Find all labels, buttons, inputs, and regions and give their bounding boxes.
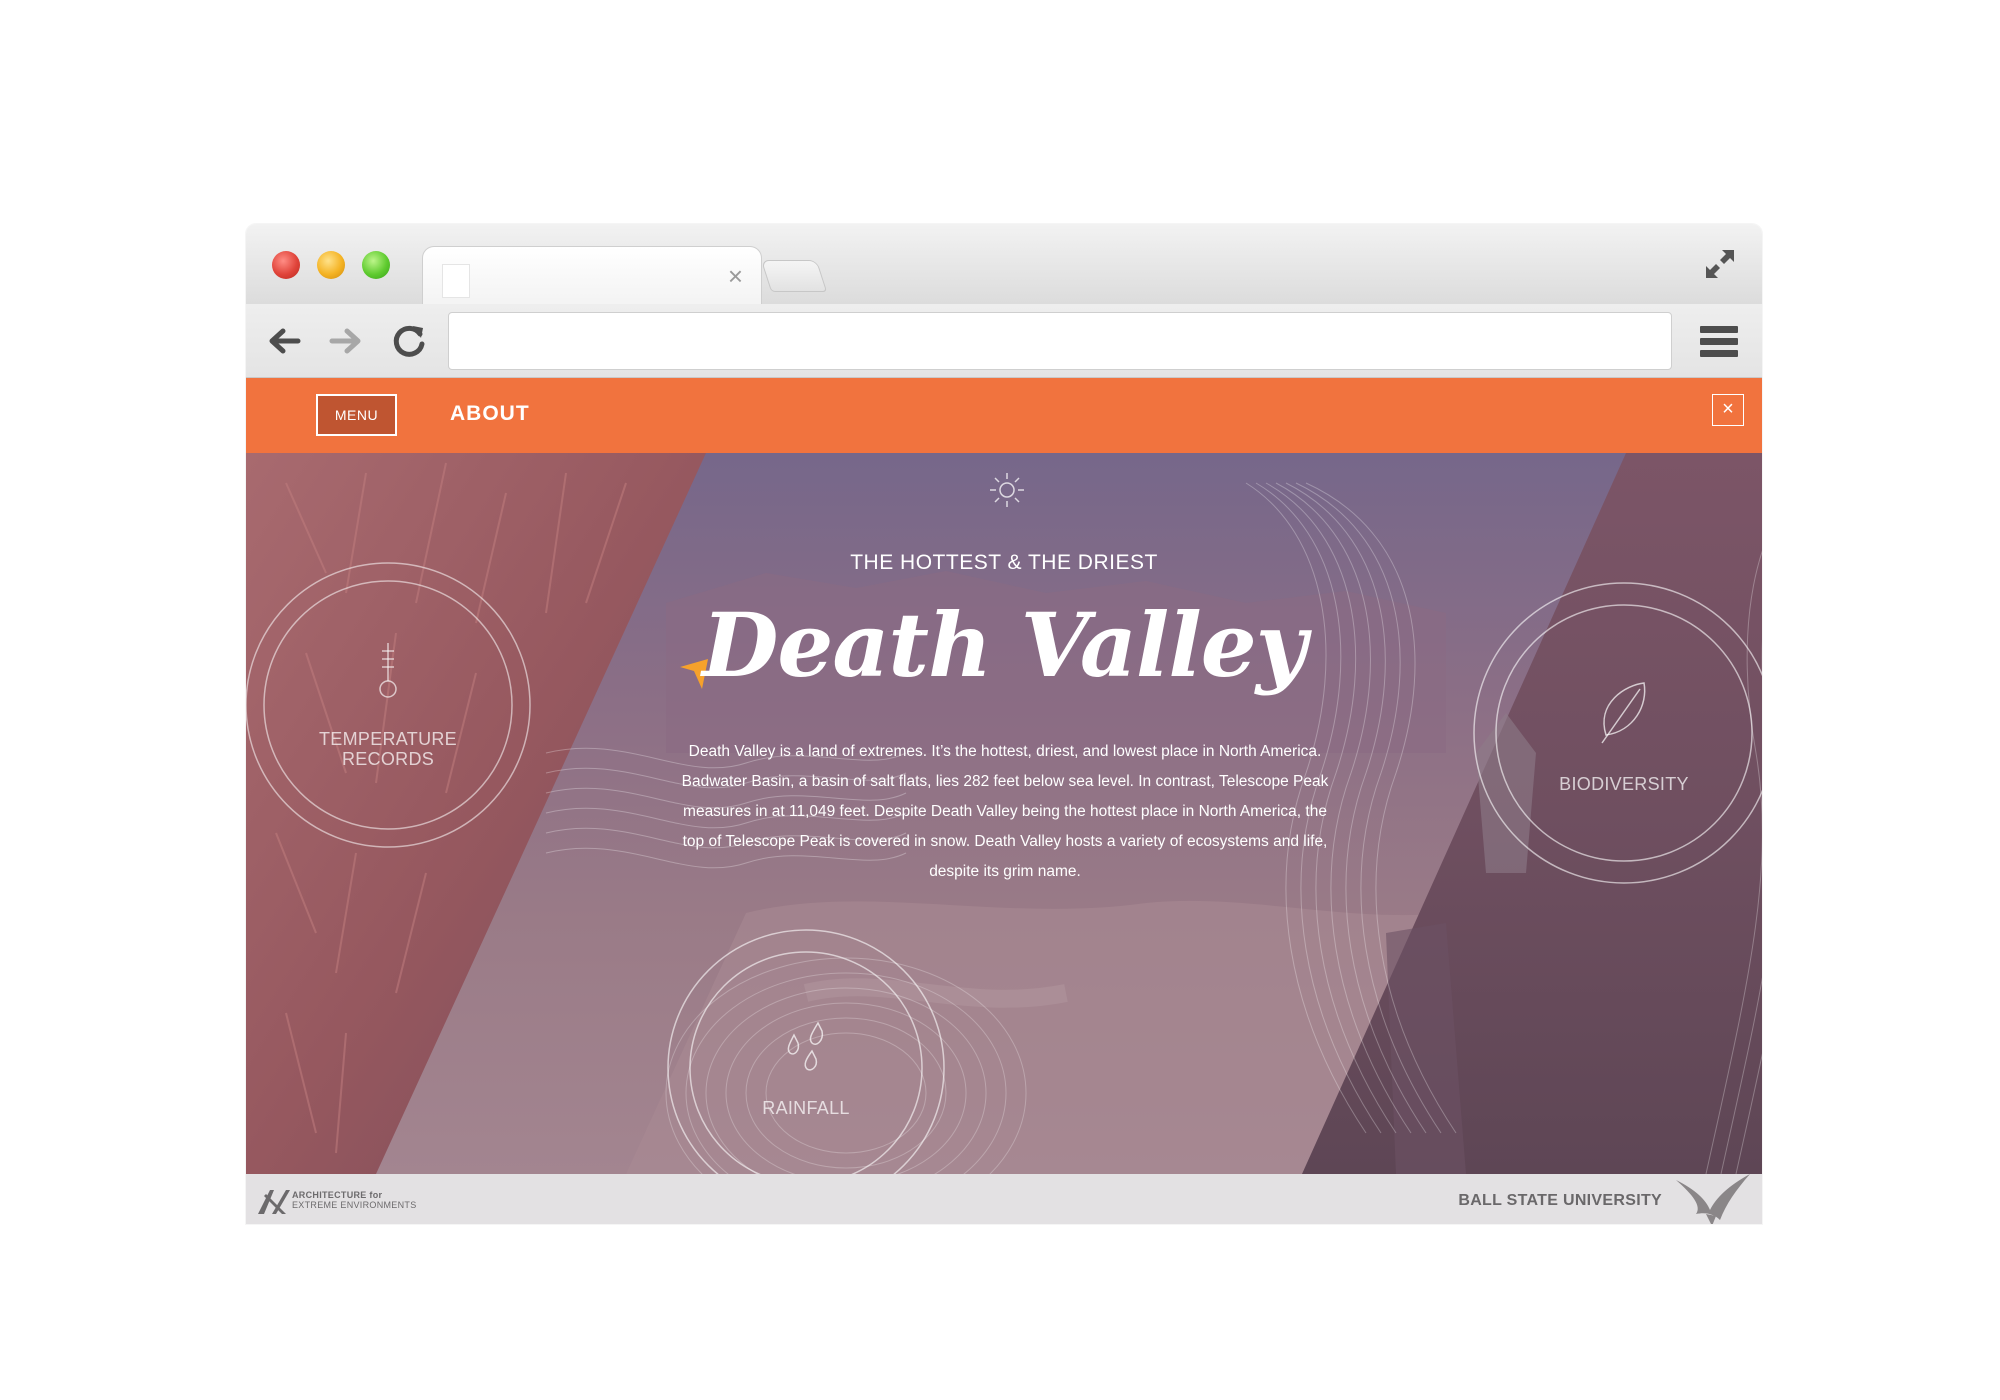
forward-icon[interactable] [328, 322, 366, 360]
close-icon[interactable]: × [1712, 394, 1744, 426]
browser-tab[interactable]: × [422, 246, 762, 306]
reload-icon[interactable] [390, 322, 428, 360]
close-window-button[interactable] [272, 251, 300, 279]
biodiversity-label[interactable]: BIODIVERSITY [1534, 774, 1714, 794]
university-name: BALL STATE UNIVERSITY [1458, 1192, 1662, 1209]
browser-toolbar [246, 304, 1762, 378]
browser-window: × MENU ABOUT × THE HOTTEST & THE DRIEST … [246, 224, 1762, 1224]
page-icon [443, 265, 469, 297]
about-link[interactable]: ABOUT [450, 402, 530, 426]
logo-line-2: EXTREME ENVIRONMENTS [292, 1200, 417, 1210]
page-title: Death Valley [702, 593, 1307, 697]
rainfall-label[interactable]: RAINFALL [736, 1098, 876, 1118]
site-header: MENU ABOUT × [246, 378, 1762, 453]
zoom-window-button[interactable] [362, 251, 390, 279]
hero-description: Death Valley is a land of extremes. It’s… [681, 743, 1329, 880]
back-icon[interactable] [264, 322, 302, 360]
tab-close-icon[interactable]: × [728, 263, 743, 289]
logo-text: ARCHITECTURE for EXTREME ENVIRONMENTS [292, 1190, 417, 1210]
tab-bar: × [246, 224, 1762, 306]
hero-section: THE HOTTEST & THE DRIEST Death Valley De… [246, 453, 1762, 1174]
new-tab-button[interactable] [760, 260, 828, 292]
address-bar[interactable] [448, 312, 1672, 370]
minimize-window-button[interactable] [317, 251, 345, 279]
sun-icon [990, 473, 1024, 507]
hero-eyebrow: THE HOTTEST & THE DRIEST [850, 551, 1158, 574]
menu-icon[interactable] [1700, 326, 1738, 358]
temperature-records-label[interactable]: TEMPERATURE RECORDS [298, 729, 478, 769]
cardinal-logo-icon [1676, 1174, 1750, 1224]
site-footer: ARCHITECTURE for EXTREME ENVIRONMENTS BA… [246, 1174, 1762, 1224]
expand-icon[interactable] [1700, 244, 1740, 284]
menu-button[interactable]: MENU [316, 394, 397, 436]
logo-line-1: ARCHITECTURE for [292, 1190, 383, 1200]
